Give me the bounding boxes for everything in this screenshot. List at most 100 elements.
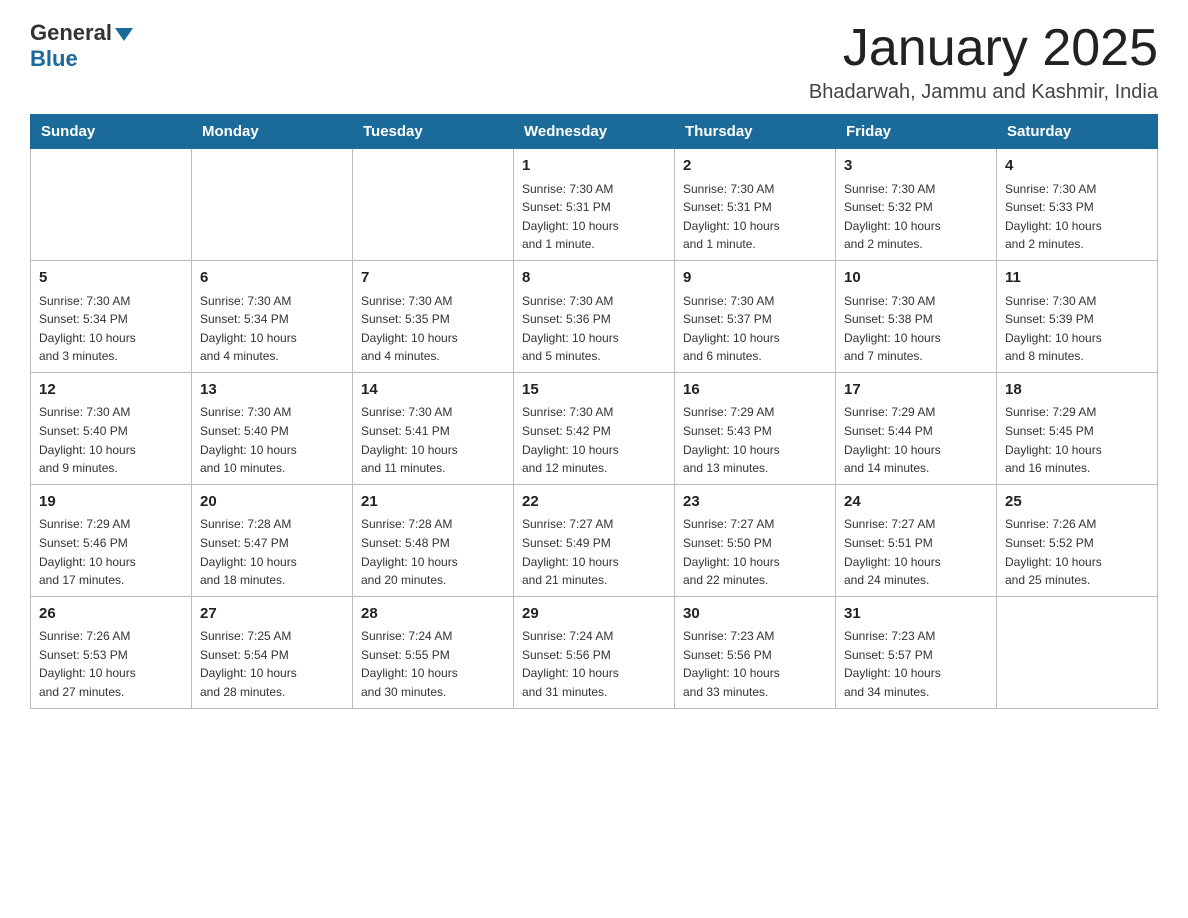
- day-number: 23: [683, 491, 827, 514]
- calendar-cell: 12Sunrise: 7:30 AMSunset: 5:40 PMDayligh…: [31, 372, 192, 484]
- calendar-cell: [353, 149, 514, 261]
- day-info: Sunrise: 7:30 AMSunset: 5:38 PMDaylight:…: [844, 292, 988, 366]
- day-info: Sunrise: 7:30 AMSunset: 5:40 PMDaylight:…: [200, 403, 344, 477]
- day-number: 9: [683, 267, 827, 290]
- calendar-cell: [997, 596, 1158, 708]
- calendar-cell: 13Sunrise: 7:30 AMSunset: 5:40 PMDayligh…: [192, 372, 353, 484]
- day-info: Sunrise: 7:24 AMSunset: 5:56 PMDaylight:…: [522, 627, 666, 701]
- calendar-cell: [192, 149, 353, 261]
- day-number: 21: [361, 491, 505, 514]
- day-number: 12: [39, 379, 183, 402]
- day-info: Sunrise: 7:26 AMSunset: 5:53 PMDaylight:…: [39, 627, 183, 701]
- calendar-cell: 10Sunrise: 7:30 AMSunset: 5:38 PMDayligh…: [836, 261, 997, 373]
- calendar-header-wednesday: Wednesday: [514, 115, 675, 149]
- day-info: Sunrise: 7:28 AMSunset: 5:48 PMDaylight:…: [361, 515, 505, 589]
- day-number: 25: [1005, 491, 1149, 514]
- day-number: 5: [39, 267, 183, 290]
- calendar-cell: 8Sunrise: 7:30 AMSunset: 5:36 PMDaylight…: [514, 261, 675, 373]
- logo-blue-text: Blue: [30, 46, 78, 72]
- day-number: 15: [522, 379, 666, 402]
- calendar-cell: 2Sunrise: 7:30 AMSunset: 5:31 PMDaylight…: [675, 149, 836, 261]
- day-info: Sunrise: 7:30 AMSunset: 5:32 PMDaylight:…: [844, 180, 988, 254]
- calendar-week-row: 26Sunrise: 7:26 AMSunset: 5:53 PMDayligh…: [31, 596, 1158, 708]
- calendar-cell: 31Sunrise: 7:23 AMSunset: 5:57 PMDayligh…: [836, 596, 997, 708]
- calendar-week-row: 1Sunrise: 7:30 AMSunset: 5:31 PMDaylight…: [31, 149, 1158, 261]
- day-number: 1: [522, 155, 666, 178]
- day-number: 24: [844, 491, 988, 514]
- calendar-cell: 17Sunrise: 7:29 AMSunset: 5:44 PMDayligh…: [836, 372, 997, 484]
- day-number: 14: [361, 379, 505, 402]
- calendar-week-row: 5Sunrise: 7:30 AMSunset: 5:34 PMDaylight…: [31, 261, 1158, 373]
- day-info: Sunrise: 7:30 AMSunset: 5:31 PMDaylight:…: [522, 180, 666, 254]
- page-header: General Blue January 2025 Bhadarwah, Jam…: [30, 20, 1158, 104]
- day-info: Sunrise: 7:30 AMSunset: 5:34 PMDaylight:…: [39, 292, 183, 366]
- day-info: Sunrise: 7:25 AMSunset: 5:54 PMDaylight:…: [200, 627, 344, 701]
- day-number: 6: [200, 267, 344, 290]
- calendar-cell: 21Sunrise: 7:28 AMSunset: 5:48 PMDayligh…: [353, 484, 514, 596]
- day-number: 18: [1005, 379, 1149, 402]
- logo: General Blue: [30, 20, 133, 72]
- day-info: Sunrise: 7:30 AMSunset: 5:34 PMDaylight:…: [200, 292, 344, 366]
- day-number: 10: [844, 267, 988, 290]
- day-number: 3: [844, 155, 988, 178]
- logo-triangle-icon: [115, 28, 133, 41]
- calendar-cell: 9Sunrise: 7:30 AMSunset: 5:37 PMDaylight…: [675, 261, 836, 373]
- logo-general-text: General: [30, 20, 112, 46]
- calendar-cell: 20Sunrise: 7:28 AMSunset: 5:47 PMDayligh…: [192, 484, 353, 596]
- day-info: Sunrise: 7:30 AMSunset: 5:42 PMDaylight:…: [522, 403, 666, 477]
- calendar-cell: 7Sunrise: 7:30 AMSunset: 5:35 PMDaylight…: [353, 261, 514, 373]
- day-info: Sunrise: 7:24 AMSunset: 5:55 PMDaylight:…: [361, 627, 505, 701]
- day-number: 11: [1005, 267, 1149, 290]
- day-info: Sunrise: 7:29 AMSunset: 5:46 PMDaylight:…: [39, 515, 183, 589]
- day-info: Sunrise: 7:27 AMSunset: 5:50 PMDaylight:…: [683, 515, 827, 589]
- calendar-cell: 3Sunrise: 7:30 AMSunset: 5:32 PMDaylight…: [836, 149, 997, 261]
- day-info: Sunrise: 7:30 AMSunset: 5:31 PMDaylight:…: [683, 180, 827, 254]
- calendar-header-monday: Monday: [192, 115, 353, 149]
- calendar-cell: 11Sunrise: 7:30 AMSunset: 5:39 PMDayligh…: [997, 261, 1158, 373]
- calendar-week-row: 12Sunrise: 7:30 AMSunset: 5:40 PMDayligh…: [31, 372, 1158, 484]
- day-number: 7: [361, 267, 505, 290]
- day-number: 29: [522, 603, 666, 626]
- day-info: Sunrise: 7:29 AMSunset: 5:44 PMDaylight:…: [844, 403, 988, 477]
- calendar-cell: 5Sunrise: 7:30 AMSunset: 5:34 PMDaylight…: [31, 261, 192, 373]
- calendar-cell: 22Sunrise: 7:27 AMSunset: 5:49 PMDayligh…: [514, 484, 675, 596]
- calendar-cell: 6Sunrise: 7:30 AMSunset: 5:34 PMDaylight…: [192, 261, 353, 373]
- day-number: 20: [200, 491, 344, 514]
- calendar-cell: 19Sunrise: 7:29 AMSunset: 5:46 PMDayligh…: [31, 484, 192, 596]
- day-info: Sunrise: 7:29 AMSunset: 5:43 PMDaylight:…: [683, 403, 827, 477]
- day-number: 17: [844, 379, 988, 402]
- day-number: 22: [522, 491, 666, 514]
- calendar-table: SundayMondayTuesdayWednesdayThursdayFrid…: [30, 114, 1158, 708]
- calendar-header-saturday: Saturday: [997, 115, 1158, 149]
- day-info: Sunrise: 7:27 AMSunset: 5:51 PMDaylight:…: [844, 515, 988, 589]
- title-block: January 2025 Bhadarwah, Jammu and Kashmi…: [809, 20, 1158, 104]
- day-info: Sunrise: 7:30 AMSunset: 5:33 PMDaylight:…: [1005, 180, 1149, 254]
- calendar-cell: 23Sunrise: 7:27 AMSunset: 5:50 PMDayligh…: [675, 484, 836, 596]
- calendar-cell: 30Sunrise: 7:23 AMSunset: 5:56 PMDayligh…: [675, 596, 836, 708]
- calendar-header-row: SundayMondayTuesdayWednesdayThursdayFrid…: [31, 115, 1158, 149]
- day-info: Sunrise: 7:30 AMSunset: 5:35 PMDaylight:…: [361, 292, 505, 366]
- day-info: Sunrise: 7:30 AMSunset: 5:39 PMDaylight:…: [1005, 292, 1149, 366]
- month-title: January 2025: [809, 20, 1158, 77]
- calendar-cell: 26Sunrise: 7:26 AMSunset: 5:53 PMDayligh…: [31, 596, 192, 708]
- day-number: 2: [683, 155, 827, 178]
- day-number: 16: [683, 379, 827, 402]
- day-number: 13: [200, 379, 344, 402]
- day-number: 30: [683, 603, 827, 626]
- calendar-cell: 27Sunrise: 7:25 AMSunset: 5:54 PMDayligh…: [192, 596, 353, 708]
- day-number: 19: [39, 491, 183, 514]
- calendar-cell: 4Sunrise: 7:30 AMSunset: 5:33 PMDaylight…: [997, 149, 1158, 261]
- day-info: Sunrise: 7:23 AMSunset: 5:57 PMDaylight:…: [844, 627, 988, 701]
- day-info: Sunrise: 7:26 AMSunset: 5:52 PMDaylight:…: [1005, 515, 1149, 589]
- calendar-cell: 25Sunrise: 7:26 AMSunset: 5:52 PMDayligh…: [997, 484, 1158, 596]
- calendar-week-row: 19Sunrise: 7:29 AMSunset: 5:46 PMDayligh…: [31, 484, 1158, 596]
- day-info: Sunrise: 7:30 AMSunset: 5:41 PMDaylight:…: [361, 403, 505, 477]
- day-info: Sunrise: 7:28 AMSunset: 5:47 PMDaylight:…: [200, 515, 344, 589]
- day-info: Sunrise: 7:30 AMSunset: 5:36 PMDaylight:…: [522, 292, 666, 366]
- day-number: 28: [361, 603, 505, 626]
- day-info: Sunrise: 7:30 AMSunset: 5:40 PMDaylight:…: [39, 403, 183, 477]
- day-info: Sunrise: 7:27 AMSunset: 5:49 PMDaylight:…: [522, 515, 666, 589]
- calendar-cell: 16Sunrise: 7:29 AMSunset: 5:43 PMDayligh…: [675, 372, 836, 484]
- day-number: 26: [39, 603, 183, 626]
- location-subtitle: Bhadarwah, Jammu and Kashmir, India: [809, 81, 1158, 104]
